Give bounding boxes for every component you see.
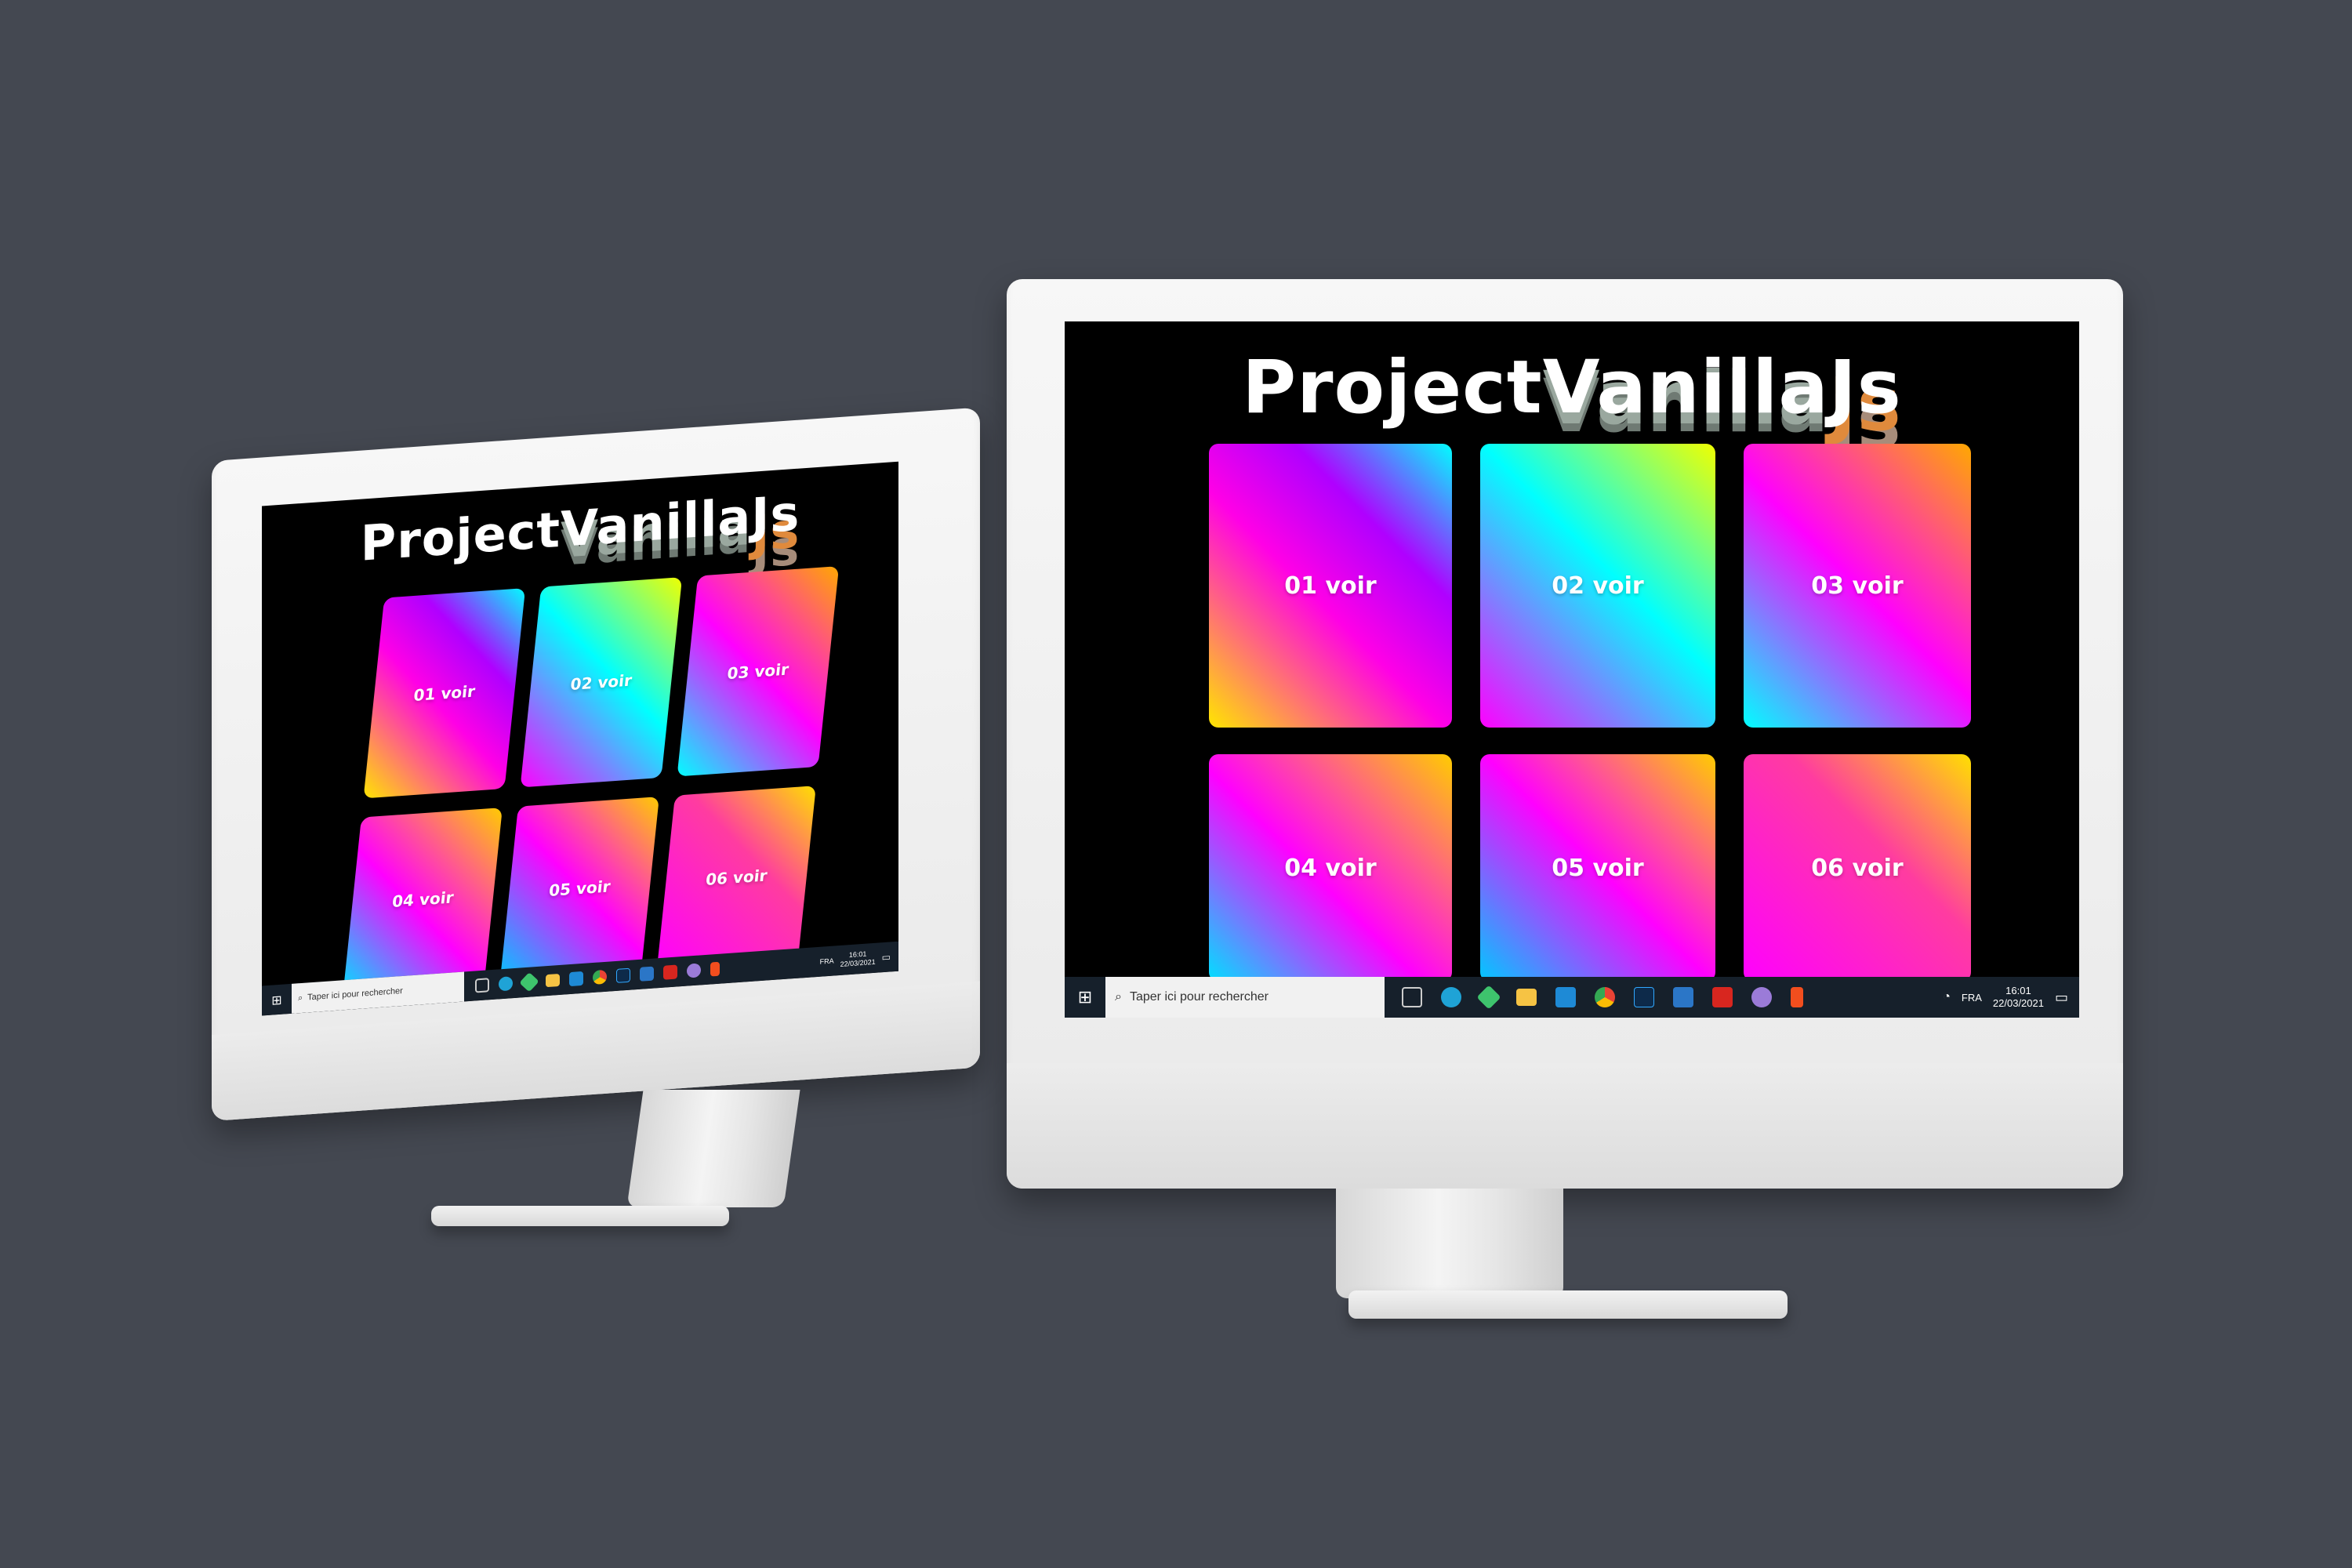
card-05[interactable]: 05 voir xyxy=(499,797,659,981)
photoshop-icon[interactable] xyxy=(1634,987,1654,1007)
vscode-icon[interactable] xyxy=(1555,987,1576,1007)
card-01[interactable]: 01 voir xyxy=(1209,444,1452,728)
notifications-icon[interactable]: ▭ xyxy=(882,951,891,963)
task-view-icon[interactable] xyxy=(1402,987,1422,1007)
chrome-icon[interactable] xyxy=(593,969,607,985)
card-grid: 01 voir 02 voir 03 voir 04 voir 05 voir … xyxy=(343,566,840,992)
clock[interactable]: 16:01 22/03/2021 xyxy=(1993,985,2044,1009)
windows-start-icon[interactable]: ⊞ xyxy=(1065,977,1105,1018)
edge-icon[interactable] xyxy=(499,976,513,992)
windows-start-icon[interactable]: ⊞ xyxy=(262,984,292,1016)
system-tray: FRA 16:01 22/03/2021 ▭ xyxy=(820,948,898,971)
notifications-icon[interactable]: ▭ xyxy=(2055,989,2068,1006)
github-icon[interactable] xyxy=(687,963,701,978)
card-06[interactable]: 06 voir xyxy=(1744,754,1971,982)
task-view-icon[interactable] xyxy=(475,978,489,993)
monitor-large-base xyxy=(1348,1290,1788,1319)
photoshop-icon[interactable] xyxy=(616,967,630,983)
acrobat-icon[interactable] xyxy=(1712,987,1733,1007)
search-icon: ⌕ xyxy=(1115,990,1122,1004)
card-05[interactable]: 05 voir xyxy=(1480,754,1715,982)
screen-large: ProjectVanillaJs 01 voir 02 voir 03 voir… xyxy=(1065,321,2079,1018)
card-02[interactable]: 02 voir xyxy=(1480,444,1715,728)
edge-icon[interactable] xyxy=(1441,987,1461,1007)
taskbar: ⊞ ⌕ Taper ici pour rechercher xyxy=(1065,977,2079,1018)
card-02[interactable]: 02 voir xyxy=(520,577,683,788)
network-icon[interactable]: ◔ xyxy=(1943,990,1951,1004)
photos-icon[interactable] xyxy=(640,966,654,982)
monitor-large-chin xyxy=(1007,1063,2123,1189)
chrome-icon[interactable] xyxy=(1595,987,1615,1007)
card-04[interactable]: 04 voir xyxy=(1209,754,1452,982)
figma-icon[interactable] xyxy=(1791,987,1803,1007)
monitor-large: ProjectVanillaJs 01 voir 02 voir 03 voir… xyxy=(1007,279,2123,1345)
taskbar-apps xyxy=(1402,985,1803,1010)
screen-small: ProjectVanillaJs 01 voir 02 voir 03 voir… xyxy=(262,461,898,1016)
folder-icon[interactable] xyxy=(1516,989,1537,1006)
vscode-icon[interactable] xyxy=(569,971,583,987)
monitor-large-neck xyxy=(1336,1189,1563,1298)
card-06[interactable]: 06 voir xyxy=(656,786,816,970)
card-03[interactable]: 03 voir xyxy=(677,566,840,777)
clock[interactable]: 16:01 22/03/2021 xyxy=(840,949,876,969)
search-input[interactable]: ⌕ Taper ici pour rechercher xyxy=(292,971,464,1014)
language-indicator[interactable]: FRA xyxy=(1962,992,1982,1004)
monitor-large-bezel: ProjectVanillaJs 01 voir 02 voir 03 voir… xyxy=(1007,279,2123,1189)
card-03[interactable]: 03 voir xyxy=(1744,444,1971,728)
card-01[interactable]: 01 voir xyxy=(363,588,526,799)
figma-icon[interactable] xyxy=(710,961,720,977)
search-input[interactable]: ⌕ Taper ici pour rechercher xyxy=(1105,977,1385,1018)
acrobat-icon[interactable] xyxy=(663,964,677,980)
search-icon: ⌕ xyxy=(298,993,303,1003)
page-title: ProjectVanillaJs xyxy=(360,484,800,572)
card-04[interactable]: 04 voir xyxy=(343,808,503,992)
git-icon[interactable] xyxy=(1476,985,1501,1010)
photos-icon[interactable] xyxy=(1673,987,1693,1007)
github-icon[interactable] xyxy=(1751,987,1772,1007)
folder-icon[interactable] xyxy=(546,973,560,988)
monitor-small-neck xyxy=(626,1090,800,1207)
language-indicator[interactable]: FRA xyxy=(820,957,834,966)
card-grid: 01 voir 02 voir 03 voir 04 voir 05 voir … xyxy=(1209,444,1971,982)
monitor-small-base xyxy=(431,1206,729,1226)
page-title: ProjectVanillaJs xyxy=(1242,345,1902,430)
git-icon[interactable] xyxy=(519,971,539,993)
monitor-small: ProjectVanillaJs 01 voir 02 voir 03 voir… xyxy=(212,407,980,1229)
monitor-small-bezel: ProjectVanillaJs 01 voir 02 voir 03 voir… xyxy=(212,407,980,1121)
system-tray: ◔ FRA 16:01 22/03/2021 ▭ xyxy=(1943,985,2079,1009)
